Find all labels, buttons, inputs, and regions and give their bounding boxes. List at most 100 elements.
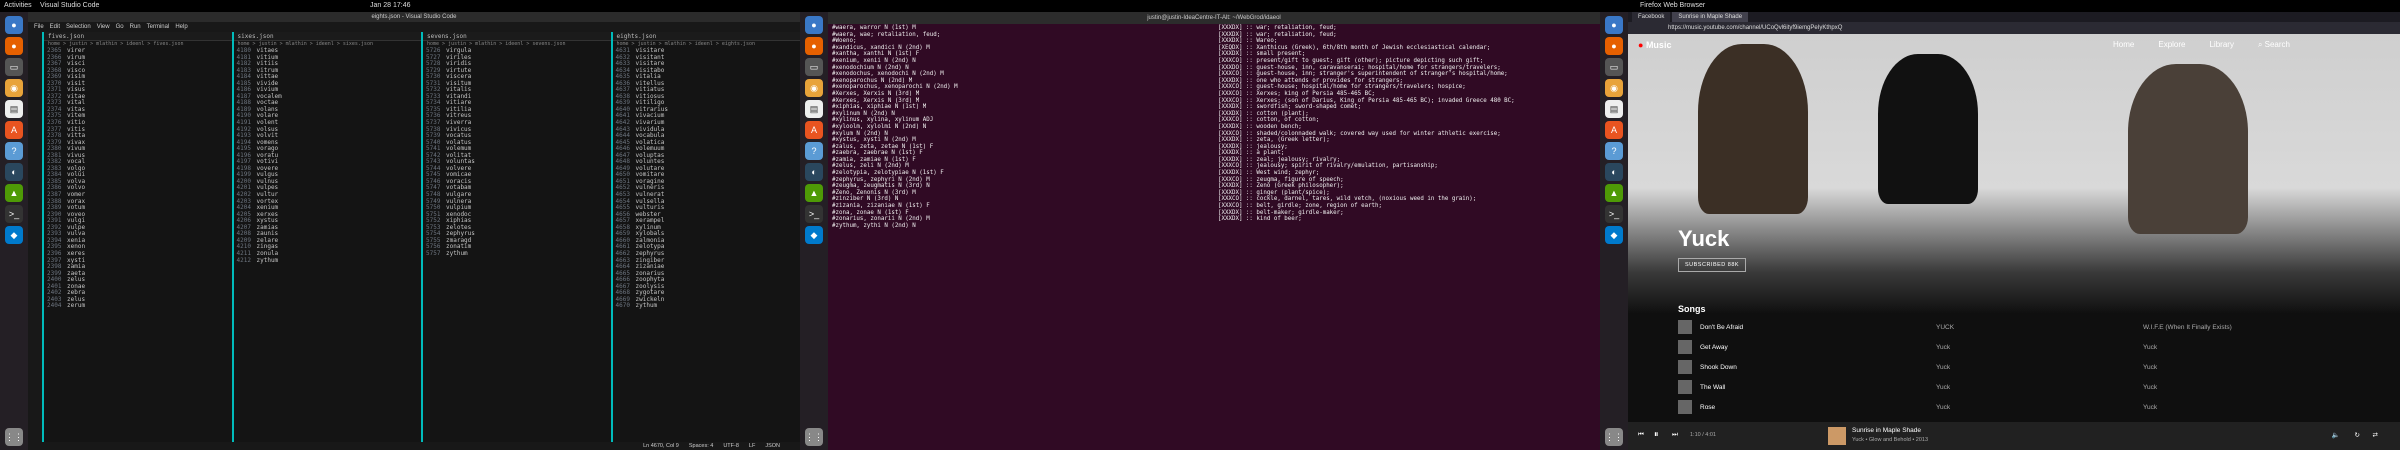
terminal-icon[interactable]: >_ — [805, 205, 823, 223]
menu-help[interactable]: Help — [175, 22, 187, 32]
song-row[interactable]: Rose Yuck Yuck — [1678, 398, 2358, 416]
code-line[interactable]: 2404 zerum — [47, 303, 232, 310]
editor-pane-sevens[interactable]: sevens.json home > justin > mlathin > id… — [421, 32, 611, 442]
menu-go[interactable]: Go — [116, 22, 124, 32]
apps-grid-icon[interactable]: ⋮⋮ — [805, 428, 823, 446]
terminal-line: #zinziber N (3rd) N — [832, 196, 899, 203]
menu-selection[interactable]: Selection — [66, 22, 91, 32]
lock-icon[interactable]: ▲ — [805, 184, 823, 202]
tab-sunrise[interactable]: Sunrise in Maple Shade — [1672, 12, 1749, 22]
code-line[interactable]: 5757 zythum — [426, 250, 611, 258]
editor-pane-sixes[interactable]: sixes.json home > justin > mlathin > ide… — [231, 32, 422, 442]
chrome-icon[interactable]: ● — [805, 16, 823, 34]
tab-eights[interactable]: eights.json — [612, 32, 800, 41]
tab-sixes[interactable]: sixes.json — [233, 32, 421, 41]
app-menu[interactable]: Firefox Web Browser — [1640, 0, 1705, 12]
firefox-icon[interactable]: ● — [805, 37, 823, 55]
status-position[interactable]: Ln 4670, Col 9 — [643, 442, 679, 450]
libreoffice-icon[interactable]: ▤ — [805, 100, 823, 118]
window-title: eights.json - Visual Studio Code — [28, 12, 800, 22]
shuffle-icon[interactable]: ⇄ — [2373, 431, 2378, 439]
rhythmbox-icon[interactable]: ◉ — [5, 79, 23, 97]
activities-button[interactable]: Activities — [4, 0, 32, 12]
song-row[interactable]: The Wall Yuck Yuck — [1678, 378, 2358, 396]
clock[interactable]: Jan 28 17:46 — [370, 0, 410, 12]
status-encoding[interactable]: UTF-8 — [723, 442, 739, 450]
nav-search[interactable]: ⌕ Search — [2258, 40, 2290, 50]
nav-home[interactable]: Home — [2113, 40, 2134, 50]
editor-pane-eights[interactable]: eights.json home > justin > mlathin > id… — [610, 32, 801, 442]
app-menu[interactable]: Visual Studio Code — [40, 0, 99, 12]
menu-file[interactable]: File — [34, 22, 44, 32]
code-lines[interactable]: 5726 virgula 5727 viriles 5728 viridis 5729 vir… — [423, 47, 611, 258]
files-icon[interactable]: ▭ — [1605, 58, 1623, 76]
tab-fives[interactable]: fives.json — [44, 32, 232, 41]
files-icon[interactable]: ▭ — [805, 58, 823, 76]
lock-icon[interactable]: ▲ — [1605, 184, 1623, 202]
terminal-icon[interactable]: >_ — [1605, 205, 1623, 223]
song-row[interactable]: Get Away Yuck Yuck — [1678, 338, 2358, 356]
songs-heading[interactable]: Songs — [1678, 304, 1706, 314]
rhythmbox-icon[interactable]: ◉ — [805, 79, 823, 97]
menu-view[interactable]: View — [97, 22, 110, 32]
chrome-icon[interactable]: ● — [5, 16, 23, 34]
help-icon[interactable]: ? — [805, 142, 823, 160]
vscode-icon[interactable]: ◆ — [5, 226, 23, 244]
files-icon[interactable]: ▭ — [5, 58, 23, 76]
nav-explore[interactable]: Explore — [2158, 40, 2185, 50]
code-lines[interactable]: 4180 vitaes 4181 vitium 4182 vitiis 4183 vitrum… — [234, 47, 422, 265]
steam-icon[interactable]: ◐ — [1605, 163, 1623, 181]
menu-edit[interactable]: Edit — [50, 22, 60, 32]
code-lines[interactable]: 4631 visitare 4632 visitant 4633 visitare 4634… — [613, 47, 801, 310]
song-row[interactable]: Don't Be Afraid YUCK W.I.F.E (When It Fina… — [1678, 318, 2358, 336]
apps-grid-icon[interactable]: ⋮⋮ — [1605, 428, 1623, 446]
libreoffice-icon[interactable]: ▤ — [1605, 100, 1623, 118]
code-lines[interactable]: 2365 virer 2366 virum 2367 visci 2368 visco 2369… — [44, 47, 232, 310]
libreoffice-icon[interactable]: ▤ — [5, 100, 23, 118]
editor-pane-fives[interactable]: fives.json home > justin > mlathin > ide… — [42, 32, 232, 442]
tab-sevens[interactable]: sevens.json — [423, 32, 611, 41]
song-thumbnail — [1678, 360, 1692, 374]
software-icon[interactable]: A — [1605, 121, 1623, 139]
steam-icon[interactable]: ◐ — [805, 163, 823, 181]
next-icon[interactable]: ⏭ — [1672, 431, 1678, 439]
pause-icon[interactable]: ⏸ — [1654, 429, 1659, 440]
code-line[interactable]: 4212 zythum — [237, 257, 422, 265]
steam-icon[interactable]: ◐ — [5, 163, 23, 181]
firefox-icon[interactable]: ● — [1605, 37, 1623, 55]
lock-icon[interactable]: ▲ — [5, 184, 23, 202]
vscode-icon[interactable]: ◆ — [1605, 226, 1623, 244]
volume-icon[interactable]: 🔈 — [2332, 431, 2340, 439]
prev-icon[interactable]: ⏮ — [1638, 431, 1644, 439]
subscribe-button[interactable]: SUBSCRIBED 88K — [1678, 258, 1747, 272]
yt-music-logo[interactable]: ● Music — [1638, 40, 1671, 50]
dock: ● ● ▭ ◉ ▤ A ? ◐ ▲ >_ ◆ ⋮⋮ — [0, 12, 28, 450]
help-icon[interactable]: ? — [1605, 142, 1623, 160]
terminal-icon[interactable]: >_ — [5, 205, 23, 223]
apps-grid-icon[interactable]: ⋮⋮ — [5, 428, 23, 446]
status-language[interactable]: JSON — [765, 442, 780, 450]
vscode-icon[interactable]: ◆ — [805, 226, 823, 244]
terminal-line: #xylum N (2nd) N — [832, 130, 888, 137]
now-playing-sub[interactable]: Yuck • Glow and Behold • 2013 — [1852, 437, 1928, 443]
help-icon[interactable]: ? — [5, 142, 23, 160]
repeat-icon[interactable]: ↻ — [2355, 431, 2360, 439]
status-indent[interactable]: Spaces: 4 — [689, 442, 713, 450]
now-playing-title[interactable]: Sunrise in Maple Shade — [1852, 427, 1921, 434]
tab-facebook[interactable]: Facebook — [1632, 12, 1671, 22]
nav-library[interactable]: Library — [2209, 40, 2233, 50]
menu-run[interactable]: Run — [130, 22, 141, 32]
firefox-icon[interactable]: ● — [5, 37, 23, 55]
rhythmbox-icon[interactable]: ◉ — [1605, 79, 1623, 97]
url-bar[interactable]: https://music.youtube.com/channel/UCoQvl… — [1628, 22, 2400, 34]
status-eol[interactable]: LF — [749, 442, 755, 450]
song-row[interactable]: Shook Down Yuck Yuck — [1678, 358, 2358, 376]
menu-terminal[interactable]: Terminal — [147, 22, 170, 32]
terminal-line: #Woeno; — [832, 38, 857, 45]
chrome-icon[interactable]: ● — [1605, 16, 1623, 34]
code-line[interactable]: 4670 zythum — [616, 303, 801, 310]
terminal-line: [XXXCO] :: guest-house; hospital/home fo… — [1218, 84, 1466, 91]
software-icon[interactable]: A — [5, 121, 23, 139]
software-icon[interactable]: A — [805, 121, 823, 139]
terminal-output[interactable]: #waera, warror N (1st) M #waera, wae; ret… — [828, 24, 1600, 450]
